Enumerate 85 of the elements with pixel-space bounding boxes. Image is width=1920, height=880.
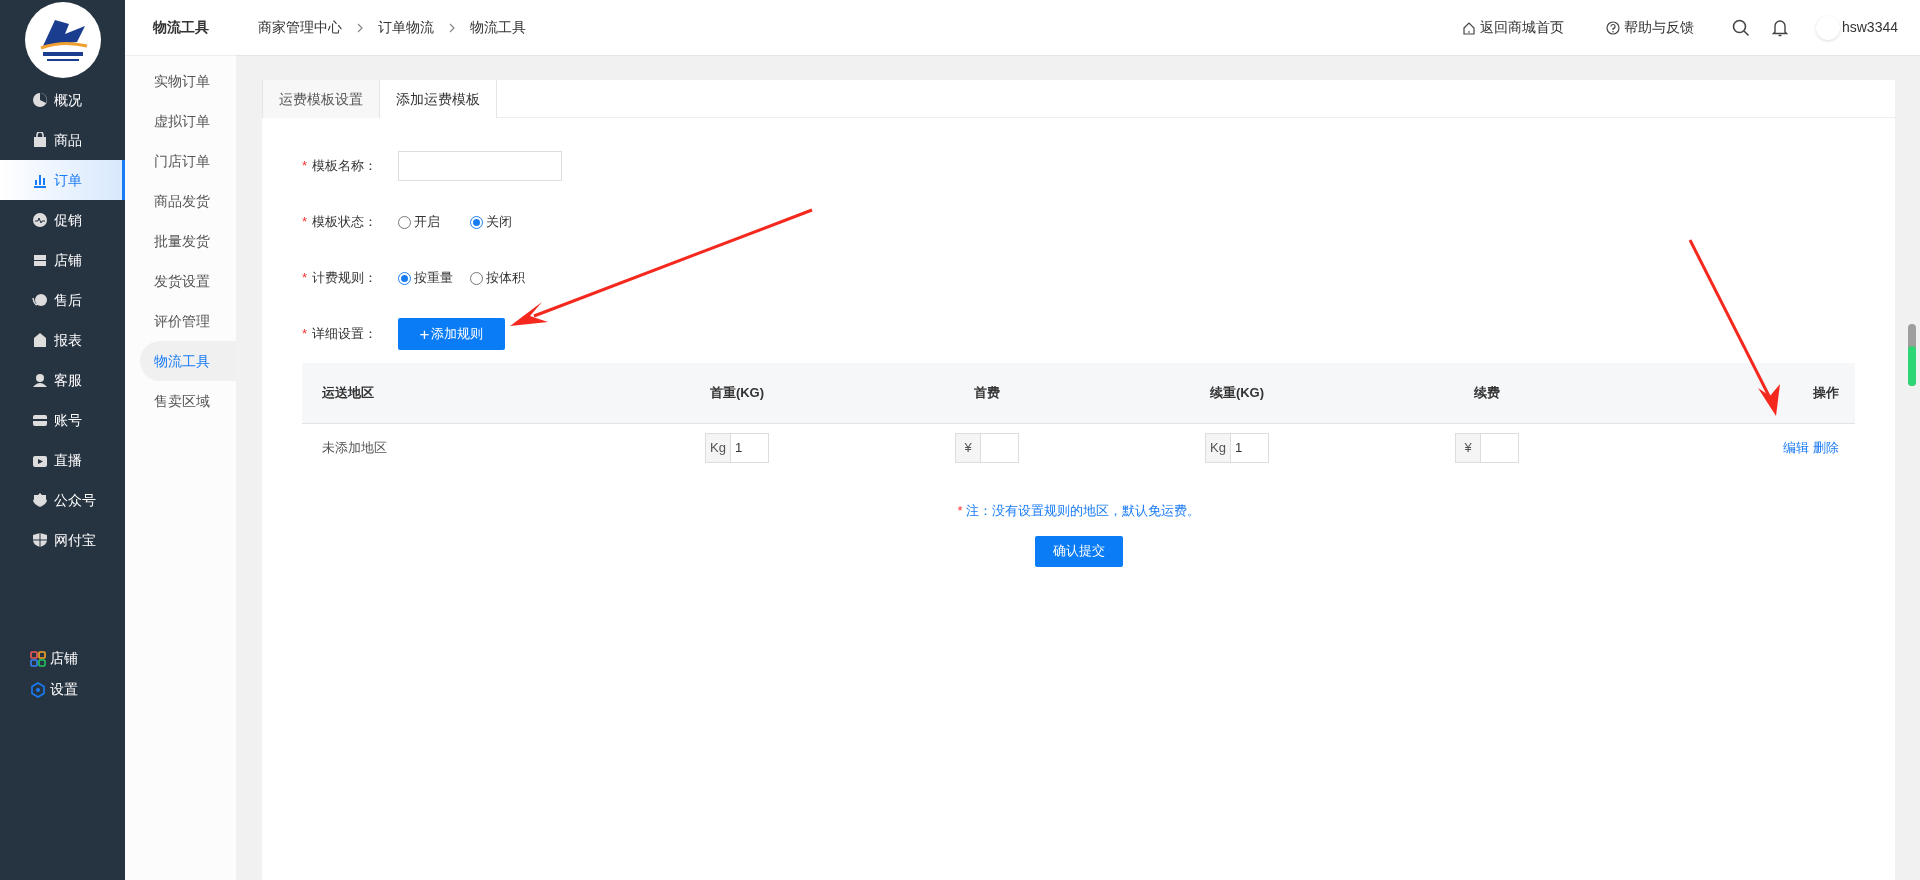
form-label: 模板状态： — [312, 213, 378, 232]
column-header: 首重(KG) — [708, 384, 766, 403]
number-input[interactable] — [1481, 432, 1519, 463]
submenu-item[interactable]: 虚拟订单 — [140, 101, 236, 141]
number-input[interactable]: 1 — [731, 432, 769, 463]
submit-button[interactable]: 确认提交 — [1034, 535, 1123, 567]
sidebar-item[interactable]: 订单 — [0, 160, 125, 200]
sidebar-item[interactable]: 直播 — [0, 440, 125, 480]
submenu-item[interactable]: 批量发货 — [140, 221, 236, 261]
breadcrumb-link[interactable]: 订单物流 — [378, 17, 434, 38]
sidebar-item[interactable]: 店铺 — [0, 240, 125, 280]
submenu-item[interactable]: 商品发货 — [140, 181, 236, 221]
sidebar-item[interactable]: 概况 — [0, 80, 125, 120]
radio-option[interactable]: 关闭 — [470, 212, 528, 232]
sidebar-item[interactable]: 报表 — [0, 320, 125, 360]
coin-icon — [32, 292, 48, 308]
form-label: 详细设置： — [312, 325, 378, 344]
note-text: * 注：没有设置规则的地区，默认免运费。 — [957, 502, 1200, 520]
logo-icon — [24, 2, 101, 78]
unit-label: Kg — [705, 432, 731, 463]
submenu-item[interactable]: 发货设置 — [140, 261, 236, 301]
sidebar-item[interactable]: 网付宝 — [0, 520, 125, 560]
top-link[interactable]: 帮助与反馈 — [1605, 17, 1694, 38]
submenu-item[interactable]: 实物订单 — [140, 61, 236, 101]
card-icon — [32, 412, 48, 428]
store-icon — [32, 252, 48, 268]
submenu-item[interactable]: 售卖区域 — [140, 381, 236, 421]
add-rule-button[interactable]: +添加规则 — [398, 318, 505, 350]
grid-icon — [30, 650, 46, 667]
breadcrumb-link[interactable]: 物流工具 — [470, 17, 526, 38]
column-header: 续重(KG) — [1208, 384, 1266, 403]
home-icon — [1461, 20, 1476, 35]
unit-label: Kg — [1205, 432, 1231, 463]
chevron-icon — [356, 22, 364, 33]
pie-chart-icon — [32, 92, 48, 108]
hexagon-icon — [30, 681, 46, 698]
pulse-icon — [32, 212, 48, 228]
breadcrumb-link[interactable]: 商家管理中心 — [258, 17, 342, 38]
help-icon — [1605, 20, 1620, 35]
bar-chart-icon — [32, 172, 48, 188]
required-mark: * — [302, 269, 309, 288]
tab[interactable]: 运费模板设置 — [262, 80, 380, 118]
badge-icon — [32, 492, 48, 508]
tab[interactable]: 添加运费模板 — [380, 80, 497, 118]
text-input[interactable] — [398, 151, 562, 181]
house-icon — [32, 332, 48, 348]
action-link[interactable]: 编辑 — [1783, 437, 1809, 458]
gauge-icon — [1908, 324, 1916, 386]
sidebar-item[interactable]: 客服 — [0, 360, 125, 400]
table-cell-text: 未添加地区 — [321, 438, 388, 457]
sidebar-item[interactable]: 公众号 — [0, 480, 125, 520]
person-icon — [32, 372, 48, 388]
search-icon[interactable] — [1731, 18, 1750, 37]
sidebar-item[interactable]: 账号 — [0, 400, 125, 440]
column-header: 运送地区 — [321, 384, 375, 403]
sidebar-link[interactable]: 店铺 — [30, 648, 125, 669]
submenu-item[interactable]: 物流工具 — [140, 341, 236, 381]
bag-icon — [32, 132, 48, 148]
unit-label: ¥ — [1455, 432, 1481, 463]
shield-icon — [32, 532, 48, 548]
top-link[interactable]: 返回商城首页 — [1461, 17, 1564, 38]
chevron-icon — [448, 22, 456, 33]
form-label: 计费规则： — [312, 269, 378, 288]
sidebar-item[interactable]: 售后 — [0, 280, 125, 320]
number-input[interactable] — [981, 432, 1019, 463]
radio-option[interactable]: 按重量 — [398, 268, 456, 288]
bell-icon[interactable] — [1771, 18, 1788, 37]
column-header: 续费 — [1473, 384, 1501, 403]
sidebar-item[interactable]: 商品 — [0, 120, 125, 160]
form-label: 模板名称： — [312, 157, 378, 176]
required-mark: * — [302, 157, 309, 176]
submenu-item[interactable]: 门店订单 — [140, 141, 236, 181]
username[interactable]: hsw3344 — [1841, 17, 1898, 38]
required-mark: * — [302, 325, 309, 344]
sidebar-link[interactable]: 设置 — [30, 679, 125, 700]
required-mark: * — [302, 213, 309, 232]
action-link[interactable]: 删除 — [1813, 437, 1839, 458]
number-input[interactable]: 1 — [1231, 432, 1269, 463]
column-header: 首费 — [973, 384, 1001, 403]
unit-label: ¥ — [955, 432, 981, 463]
sidebar-item[interactable]: 促销 — [0, 200, 125, 240]
radio-option[interactable]: 开启 — [398, 212, 456, 232]
radio-option[interactable]: 按体积 — [470, 268, 528, 288]
submenu-item[interactable]: 评价管理 — [140, 301, 236, 341]
column-header: 操作 — [1812, 384, 1840, 403]
